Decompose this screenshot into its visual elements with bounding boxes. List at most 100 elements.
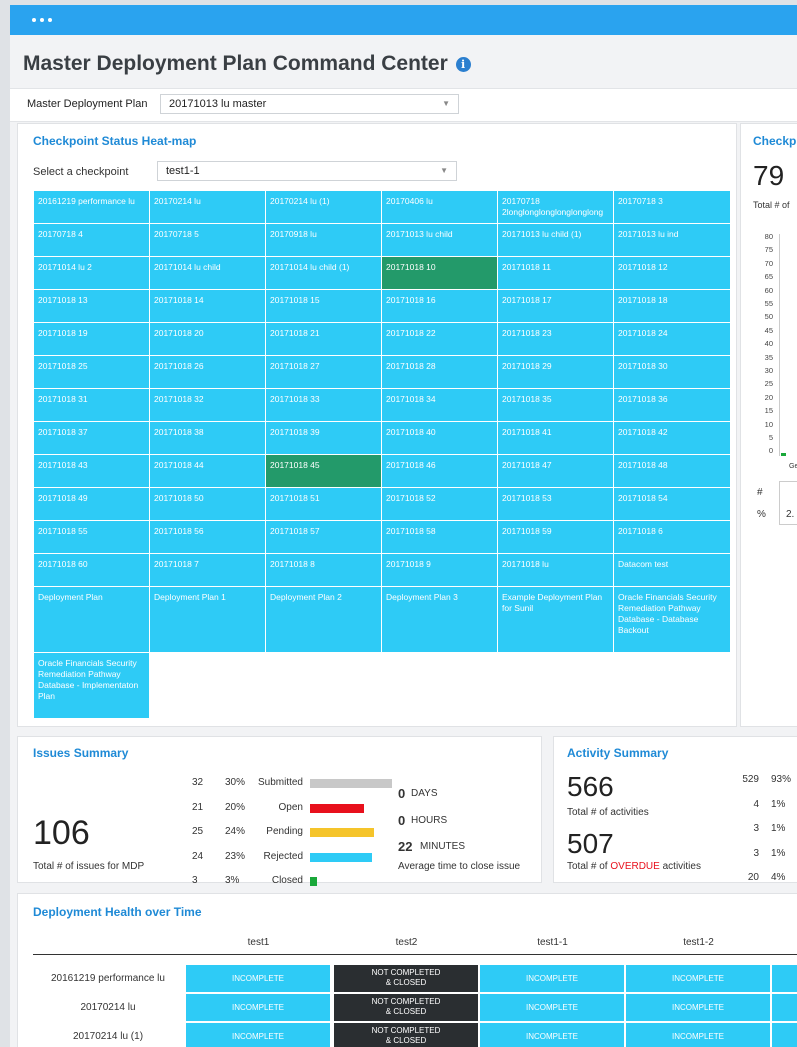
health-status-cell[interactable]: INCOMPLETE bbox=[186, 994, 330, 1021]
heatmap-cell[interactable]: 20170406 lu bbox=[382, 191, 498, 224]
heatmap-cell[interactable]: 20171018 13 bbox=[34, 290, 150, 323]
heatmap-cell[interactable]: 20171018 60 bbox=[34, 554, 150, 587]
heatmap-cell[interactable]: 20171018 17 bbox=[498, 290, 614, 323]
heatmap-cell[interactable]: 20171013 lu child (1) bbox=[498, 224, 614, 257]
health-status-cell[interactable]: INCOMPLETE bbox=[626, 994, 770, 1021]
health-status-cell[interactable]: NOT COMPLETED & CLOSED bbox=[334, 994, 478, 1021]
heatmap-cell[interactable]: 20171018 46 bbox=[382, 455, 498, 488]
health-status-cell[interactable]: INCOMPLETE bbox=[626, 1023, 770, 1047]
heatmap-cell[interactable]: 20171018 58 bbox=[382, 521, 498, 554]
heatmap-cell[interactable]: 20171018 lu bbox=[498, 554, 614, 587]
heatmap-cell[interactable]: 20171018 27 bbox=[266, 356, 382, 389]
health-status-cell[interactable] bbox=[772, 994, 797, 1021]
health-status-cell[interactable]: INCOMPLETE bbox=[626, 965, 770, 992]
heatmap-cell[interactable]: 20171018 24 bbox=[614, 323, 731, 356]
heatmap-cell[interactable]: 20171018 18 bbox=[614, 290, 731, 323]
heatmap-cell[interactable]: 20171018 7 bbox=[150, 554, 266, 587]
heatmap-cell[interactable]: 20171018 44 bbox=[150, 455, 266, 488]
heatmap-cell[interactable]: Deployment Plan 1 bbox=[150, 587, 266, 653]
heatmap-cell[interactable]: 20171018 19 bbox=[34, 323, 150, 356]
heatmap-cell[interactable]: 20171018 31 bbox=[34, 389, 150, 422]
heatmap-cell[interactable]: 20171018 48 bbox=[614, 455, 731, 488]
heatmap-cell[interactable]: 20171018 35 bbox=[498, 389, 614, 422]
health-status-cell[interactable] bbox=[772, 1023, 797, 1047]
heatmap-cell[interactable]: 20171018 55 bbox=[34, 521, 150, 554]
heatmap-cell[interactable]: 20171018 36 bbox=[614, 389, 731, 422]
heatmap-cell[interactable]: 20171018 45 bbox=[266, 455, 382, 488]
health-status-cell[interactable]: INCOMPLETE bbox=[480, 994, 624, 1021]
heatmap-cell[interactable]: 20171018 37 bbox=[34, 422, 150, 455]
y-axis-tick: 75 bbox=[764, 245, 773, 255]
heatmap-cell[interactable]: 20171018 42 bbox=[614, 422, 731, 455]
heatmap-cell[interactable]: 20171018 22 bbox=[382, 323, 498, 356]
heatmap-cell[interactable]: 20171018 21 bbox=[266, 323, 382, 356]
heatmap-cell[interactable]: 20171018 59 bbox=[498, 521, 614, 554]
heatmap-cell[interactable]: 20171014 lu 2 bbox=[34, 257, 150, 290]
heatmap-cell[interactable]: 20171018 29 bbox=[498, 356, 614, 389]
heatmap-cell[interactable]: Datacom test bbox=[614, 554, 731, 587]
heatmap-cell[interactable]: 20171018 49 bbox=[34, 488, 150, 521]
heatmap-cell[interactable]: 20170718 2longlonglonglonglonglong bbox=[498, 191, 614, 224]
heatmap-cell[interactable]: 20170718 4 bbox=[34, 224, 150, 257]
heatmap-cell[interactable]: 20170214 lu bbox=[150, 191, 266, 224]
heatmap-cell[interactable]: 20171018 14 bbox=[150, 290, 266, 323]
heatmap-cell[interactable]: 20170918 lu bbox=[266, 224, 382, 257]
heatmap-cell[interactable]: 20171018 25 bbox=[34, 356, 150, 389]
heatmap-cell[interactable]: 20171014 lu child (1) bbox=[266, 257, 382, 290]
heatmap-cell[interactable]: Oracle Financials Security Remediation P… bbox=[614, 587, 731, 653]
heatmap-cell[interactable]: 20171018 51 bbox=[266, 488, 382, 521]
heatmap-cell[interactable]: 20171018 47 bbox=[498, 455, 614, 488]
heatmap-cell[interactable]: Oracle Financials Security Remediation P… bbox=[34, 653, 150, 719]
heatmap-cell[interactable]: Deployment Plan 3 bbox=[382, 587, 498, 653]
heatmap-cell[interactable]: 20171018 32 bbox=[150, 389, 266, 422]
heatmap-cell[interactable]: 20171018 50 bbox=[150, 488, 266, 521]
heatmap-cell[interactable]: Deployment Plan bbox=[34, 587, 150, 653]
health-status-cell[interactable]: INCOMPLETE bbox=[480, 965, 624, 992]
heatmap-cell[interactable]: 20171018 43 bbox=[34, 455, 150, 488]
heatmap-cell[interactable]: 20171018 23 bbox=[498, 323, 614, 356]
heatmap-cell[interactable]: 20171014 lu child bbox=[150, 257, 266, 290]
heatmap-cell[interactable]: 20171018 54 bbox=[614, 488, 731, 521]
heatmap-cell[interactable]: 20171018 11 bbox=[498, 257, 614, 290]
health-status-cell[interactable]: INCOMPLETE bbox=[480, 1023, 624, 1047]
heatmap-cell[interactable]: 20171018 30 bbox=[614, 356, 731, 389]
heatmap-cell[interactable]: 20171018 34 bbox=[382, 389, 498, 422]
heatmap-cell[interactable]: 20171018 28 bbox=[382, 356, 498, 389]
heatmap-cell[interactable]: 20171018 39 bbox=[266, 422, 382, 455]
heatmap-cell[interactable]: 20171018 56 bbox=[150, 521, 266, 554]
heatmap-cell[interactable]: Deployment Plan 2 bbox=[266, 587, 382, 653]
y-axis-tick: 0 bbox=[768, 446, 773, 456]
heatmap-cell[interactable]: 20171018 52 bbox=[382, 488, 498, 521]
heatmap-cell[interactable]: 20171018 53 bbox=[498, 488, 614, 521]
heatmap-cell[interactable]: 20171018 40 bbox=[382, 422, 498, 455]
heatmap-cell[interactable]: 20171018 9 bbox=[382, 554, 498, 587]
heatmap-cell[interactable]: 20171018 33 bbox=[266, 389, 382, 422]
heatmap-cell[interactable]: 20171018 8 bbox=[266, 554, 382, 587]
health-status-cell[interactable]: NOT COMPLETED & CLOSED bbox=[334, 965, 478, 992]
heatmap-cell[interactable]: 20170718 3 bbox=[614, 191, 731, 224]
heatmap-cell[interactable]: 20171018 12 bbox=[614, 257, 731, 290]
heatmap-cell[interactable]: 20161219 performance lu bbox=[34, 191, 150, 224]
heatmap-cell[interactable]: 20171018 26 bbox=[150, 356, 266, 389]
menu-dots-icon[interactable] bbox=[32, 18, 52, 22]
heatmap-cell[interactable]: 20171013 lu ind bbox=[614, 224, 731, 257]
heatmap-cell[interactable]: 20171018 10 bbox=[382, 257, 498, 290]
checkpoint-select[interactable]: test1-1 ▼ bbox=[157, 161, 457, 181]
heatmap-cell[interactable]: 20171018 57 bbox=[266, 521, 382, 554]
heatmap-cell[interactable]: 20171018 16 bbox=[382, 290, 498, 323]
info-icon[interactable]: i bbox=[455, 57, 471, 72]
health-status-cell[interactable] bbox=[772, 965, 797, 992]
health-status-cell[interactable]: NOT COMPLETED & CLOSED bbox=[334, 1023, 478, 1047]
heatmap-cell[interactable]: 20171018 6 bbox=[614, 521, 731, 554]
heatmap-cell[interactable]: 20170214 lu (1) bbox=[266, 191, 382, 224]
health-status-cell[interactable]: INCOMPLETE bbox=[186, 965, 330, 992]
heatmap-cell[interactable]: 20171018 15 bbox=[266, 290, 382, 323]
health-status-cell[interactable]: INCOMPLETE bbox=[186, 1023, 330, 1047]
heatmap-cell[interactable]: Example Deployment Plan for Sunil bbox=[498, 587, 614, 653]
heatmap-cell[interactable]: 20171013 lu child bbox=[382, 224, 498, 257]
heatmap-cell[interactable]: 20171018 41 bbox=[498, 422, 614, 455]
heatmap-cell[interactable]: 20171018 38 bbox=[150, 422, 266, 455]
mdp-select[interactable]: 20171013 lu master ▼ bbox=[160, 94, 459, 114]
heatmap-cell[interactable]: 20170718 5 bbox=[150, 224, 266, 257]
heatmap-cell[interactable]: 20171018 20 bbox=[150, 323, 266, 356]
